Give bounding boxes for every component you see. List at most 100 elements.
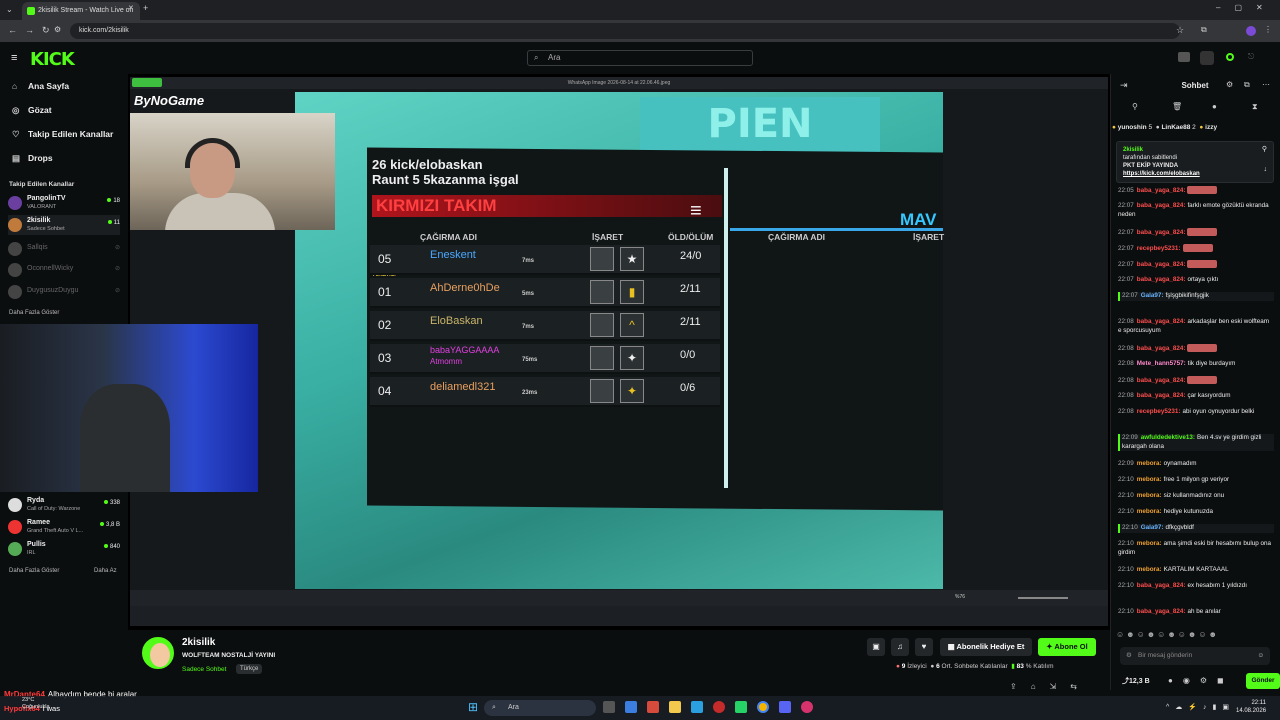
message-user[interactable]: mebora: (1137, 492, 1162, 499)
chat-bubble-icon[interactable]: ● (1212, 102, 1217, 111)
message-user[interactable]: baba_yaga_824: (1137, 187, 1186, 194)
sidebar-channel-2kisilik[interactable]: 2kisilik Sadece Sohbet 11 (8, 215, 120, 235)
whatsapp-icon[interactable] (735, 701, 747, 713)
message-user[interactable]: baba_yaga_824: (1137, 582, 1186, 589)
message-user[interactable]: Gala97: (1141, 292, 1164, 299)
extensions-icon[interactable]: ⧉ (1201, 25, 1207, 35)
show-less-recommended[interactable]: Daha Az (94, 568, 117, 574)
message-user[interactable]: mebora: (1137, 460, 1162, 467)
gifter-name[interactable]: LinKae88 (1161, 124, 1190, 131)
message-user[interactable]: baba_yaga_824: (1137, 261, 1186, 268)
pinned-user[interactable]: 2kisilik (1123, 147, 1143, 153)
sidebar-channel-sallqis[interactable]: Sallqis ⊘ (8, 239, 120, 259)
sidebar-channel-ryda[interactable]: Ryda Call of Duty: Warzone 338 (8, 495, 120, 515)
close-tab-icon[interactable]: ✕ (128, 4, 134, 12)
hourglass-icon[interactable]: ⧗ (1252, 102, 1258, 112)
zoom-slider[interactable] (1018, 597, 1068, 599)
message-user[interactable]: recepbey5231: (1137, 245, 1181, 252)
browser-menu-icon[interactable]: ⋮ (1264, 25, 1272, 34)
message-user[interactable]: Mete_hann5757: (1137, 360, 1186, 367)
show-more-recommended[interactable]: Daha Fazla Göster (9, 568, 59, 574)
sidebar-channel-oconnellwicky[interactable]: OconnellWicky ⊘ (8, 260, 120, 280)
message-user[interactable]: mebora: (1137, 566, 1162, 573)
popout-icon[interactable]: ⧉ (1244, 80, 1250, 90)
nav-following[interactable]: ♡ Takip Edilen Kanallar (12, 129, 113, 140)
hamburger-menu-icon[interactable]: ≡ (11, 52, 17, 64)
pinned-link[interactable]: https://kick.com/elobaskan (1123, 171, 1200, 177)
gift-subscription-button[interactable]: ▦ Abonelik Hediye Et (940, 638, 1032, 656)
emoji-icon[interactable]: ☺ (1257, 647, 1264, 665)
app-icon[interactable] (801, 701, 813, 713)
theater-icon[interactable] (1178, 52, 1190, 62)
message-user[interactable]: baba_yaga_824: (1137, 202, 1186, 209)
layout-icon[interactable] (1200, 51, 1214, 65)
browser-tab[interactable]: 2kisilik Stream - Watch Live on (22, 2, 140, 20)
clip-icon[interactable]: ⎋ (1248, 52, 1254, 62)
sidebar-channel-pullis[interactable]: Pullis IRL 840 (8, 539, 120, 559)
windows-start-icon[interactable]: ⊞ (468, 700, 478, 714)
message-user[interactable]: recepbey5231: (1137, 408, 1181, 415)
nav-browse[interactable]: ◎ Gözat (12, 105, 52, 116)
new-tab-icon[interactable]: + (143, 3, 148, 13)
gifter-name[interactable]: izzy (1205, 124, 1217, 131)
discord-icon[interactable] (779, 701, 791, 713)
show-more-following[interactable]: Daha Fazla Göster (9, 310, 59, 316)
trash-icon[interactable]: 🗑 (1172, 102, 1182, 111)
chat-actions[interactable]: ●◉⚙◼ (1168, 676, 1234, 685)
status-icon[interactable] (1226, 53, 1234, 61)
search-input[interactable]: ⌕ Ara (527, 50, 753, 66)
system-tray[interactable]: ^☁⚡♪▮▣ (1166, 703, 1235, 711)
taskbar-clock[interactable]: 22:11 14.08.2026 (1236, 699, 1266, 715)
gifter-name[interactable]: yunoshin (1118, 124, 1147, 131)
share-actions[interactable]: ⇪⌂⇲⇆ (1010, 682, 1091, 691)
sidebar-channel-pangolintv[interactable]: PangolinTV VALORANT 18 (8, 193, 120, 213)
task-view-icon[interactable] (603, 701, 615, 713)
message-user[interactable]: baba_yaga_824: (1137, 608, 1186, 615)
chat-input[interactable]: ⚙ Bir mesaj gönderin ☺ (1120, 647, 1270, 665)
bookmark-star-icon[interactable]: ☆ (1176, 25, 1184, 36)
kick-logo[interactable]: KICK (30, 49, 75, 70)
message-user[interactable]: baba_yaga_824: (1137, 229, 1186, 236)
message-user[interactable]: baba_yaga_824: (1137, 345, 1186, 352)
sidebar-channel-ramee[interactable]: Ramee Grand Theft Auto V L... 3,8 B (8, 517, 120, 537)
nav-drops[interactable]: ▤ Drops (12, 153, 53, 164)
site-info-icon[interactable]: ⚙ (54, 25, 61, 34)
language-tag[interactable]: Türkçe (236, 664, 263, 674)
message-user[interactable]: awfuldedektive13: (1141, 434, 1195, 441)
profile-avatar[interactable] (1246, 26, 1256, 36)
tab-list-icon[interactable]: ⌄ (6, 5, 13, 14)
send-button[interactable]: Gönder (1246, 673, 1280, 689)
stream-category[interactable]: Sadece Sohbet (182, 666, 226, 673)
chat-settings-icon[interactable]: ⚙ (1226, 80, 1233, 89)
window-controls[interactable]: –▢✕ (1216, 3, 1277, 12)
subscribe-button[interactable]: ✦ Abone Ol (1038, 638, 1096, 656)
expand-icon[interactable]: ↓ (1264, 166, 1268, 174)
message-user[interactable]: mebora: (1137, 540, 1162, 547)
address-bar[interactable]: kick.com/2kisilik (70, 23, 1180, 39)
message-user[interactable]: baba_yaga_824: (1137, 276, 1186, 283)
mod-tools-icon[interactable]: ▣ (867, 638, 885, 656)
app-icon[interactable] (691, 701, 703, 713)
sidebar-channel-duygusuzduygu[interactable]: DuygusuzDuygu ⊘ (8, 282, 120, 302)
weather-widget[interactable]: 23°C Çoğunlukla (22, 697, 50, 711)
message-user[interactable]: mebora: (1137, 508, 1162, 515)
channel-name[interactable]: 2kisilik (182, 637, 215, 648)
message-user[interactable]: baba_yaga_824: (1137, 377, 1186, 384)
follow-heart-icon[interactable]: ♥ (915, 638, 933, 656)
chrome-icon[interactable] (757, 701, 769, 713)
notification-bell-icon[interactable]: ♫ (891, 638, 909, 656)
pin-icon[interactable]: ⚲ (1132, 102, 1138, 111)
file-explorer-icon[interactable] (669, 701, 681, 713)
taskbar-search[interactable]: ⌕ Ara (484, 700, 596, 716)
message-user[interactable]: baba_yaga_824: (1137, 318, 1186, 325)
message-user[interactable]: Gala97: (1141, 524, 1164, 531)
channel-avatar[interactable] (142, 637, 174, 669)
message-user[interactable]: baba_yaga_824: (1137, 392, 1186, 399)
pin-icon[interactable]: ⚲ (1262, 146, 1267, 154)
app-icon[interactable] (647, 701, 659, 713)
app-icon[interactable] (625, 701, 637, 713)
nav-home[interactable]: ⌂ Ana Sayfa (12, 81, 69, 91)
app-icon[interactable] (713, 701, 725, 713)
message-user[interactable]: mebora: (1137, 476, 1162, 483)
nav-buttons[interactable]: ←→↻ (8, 25, 58, 36)
